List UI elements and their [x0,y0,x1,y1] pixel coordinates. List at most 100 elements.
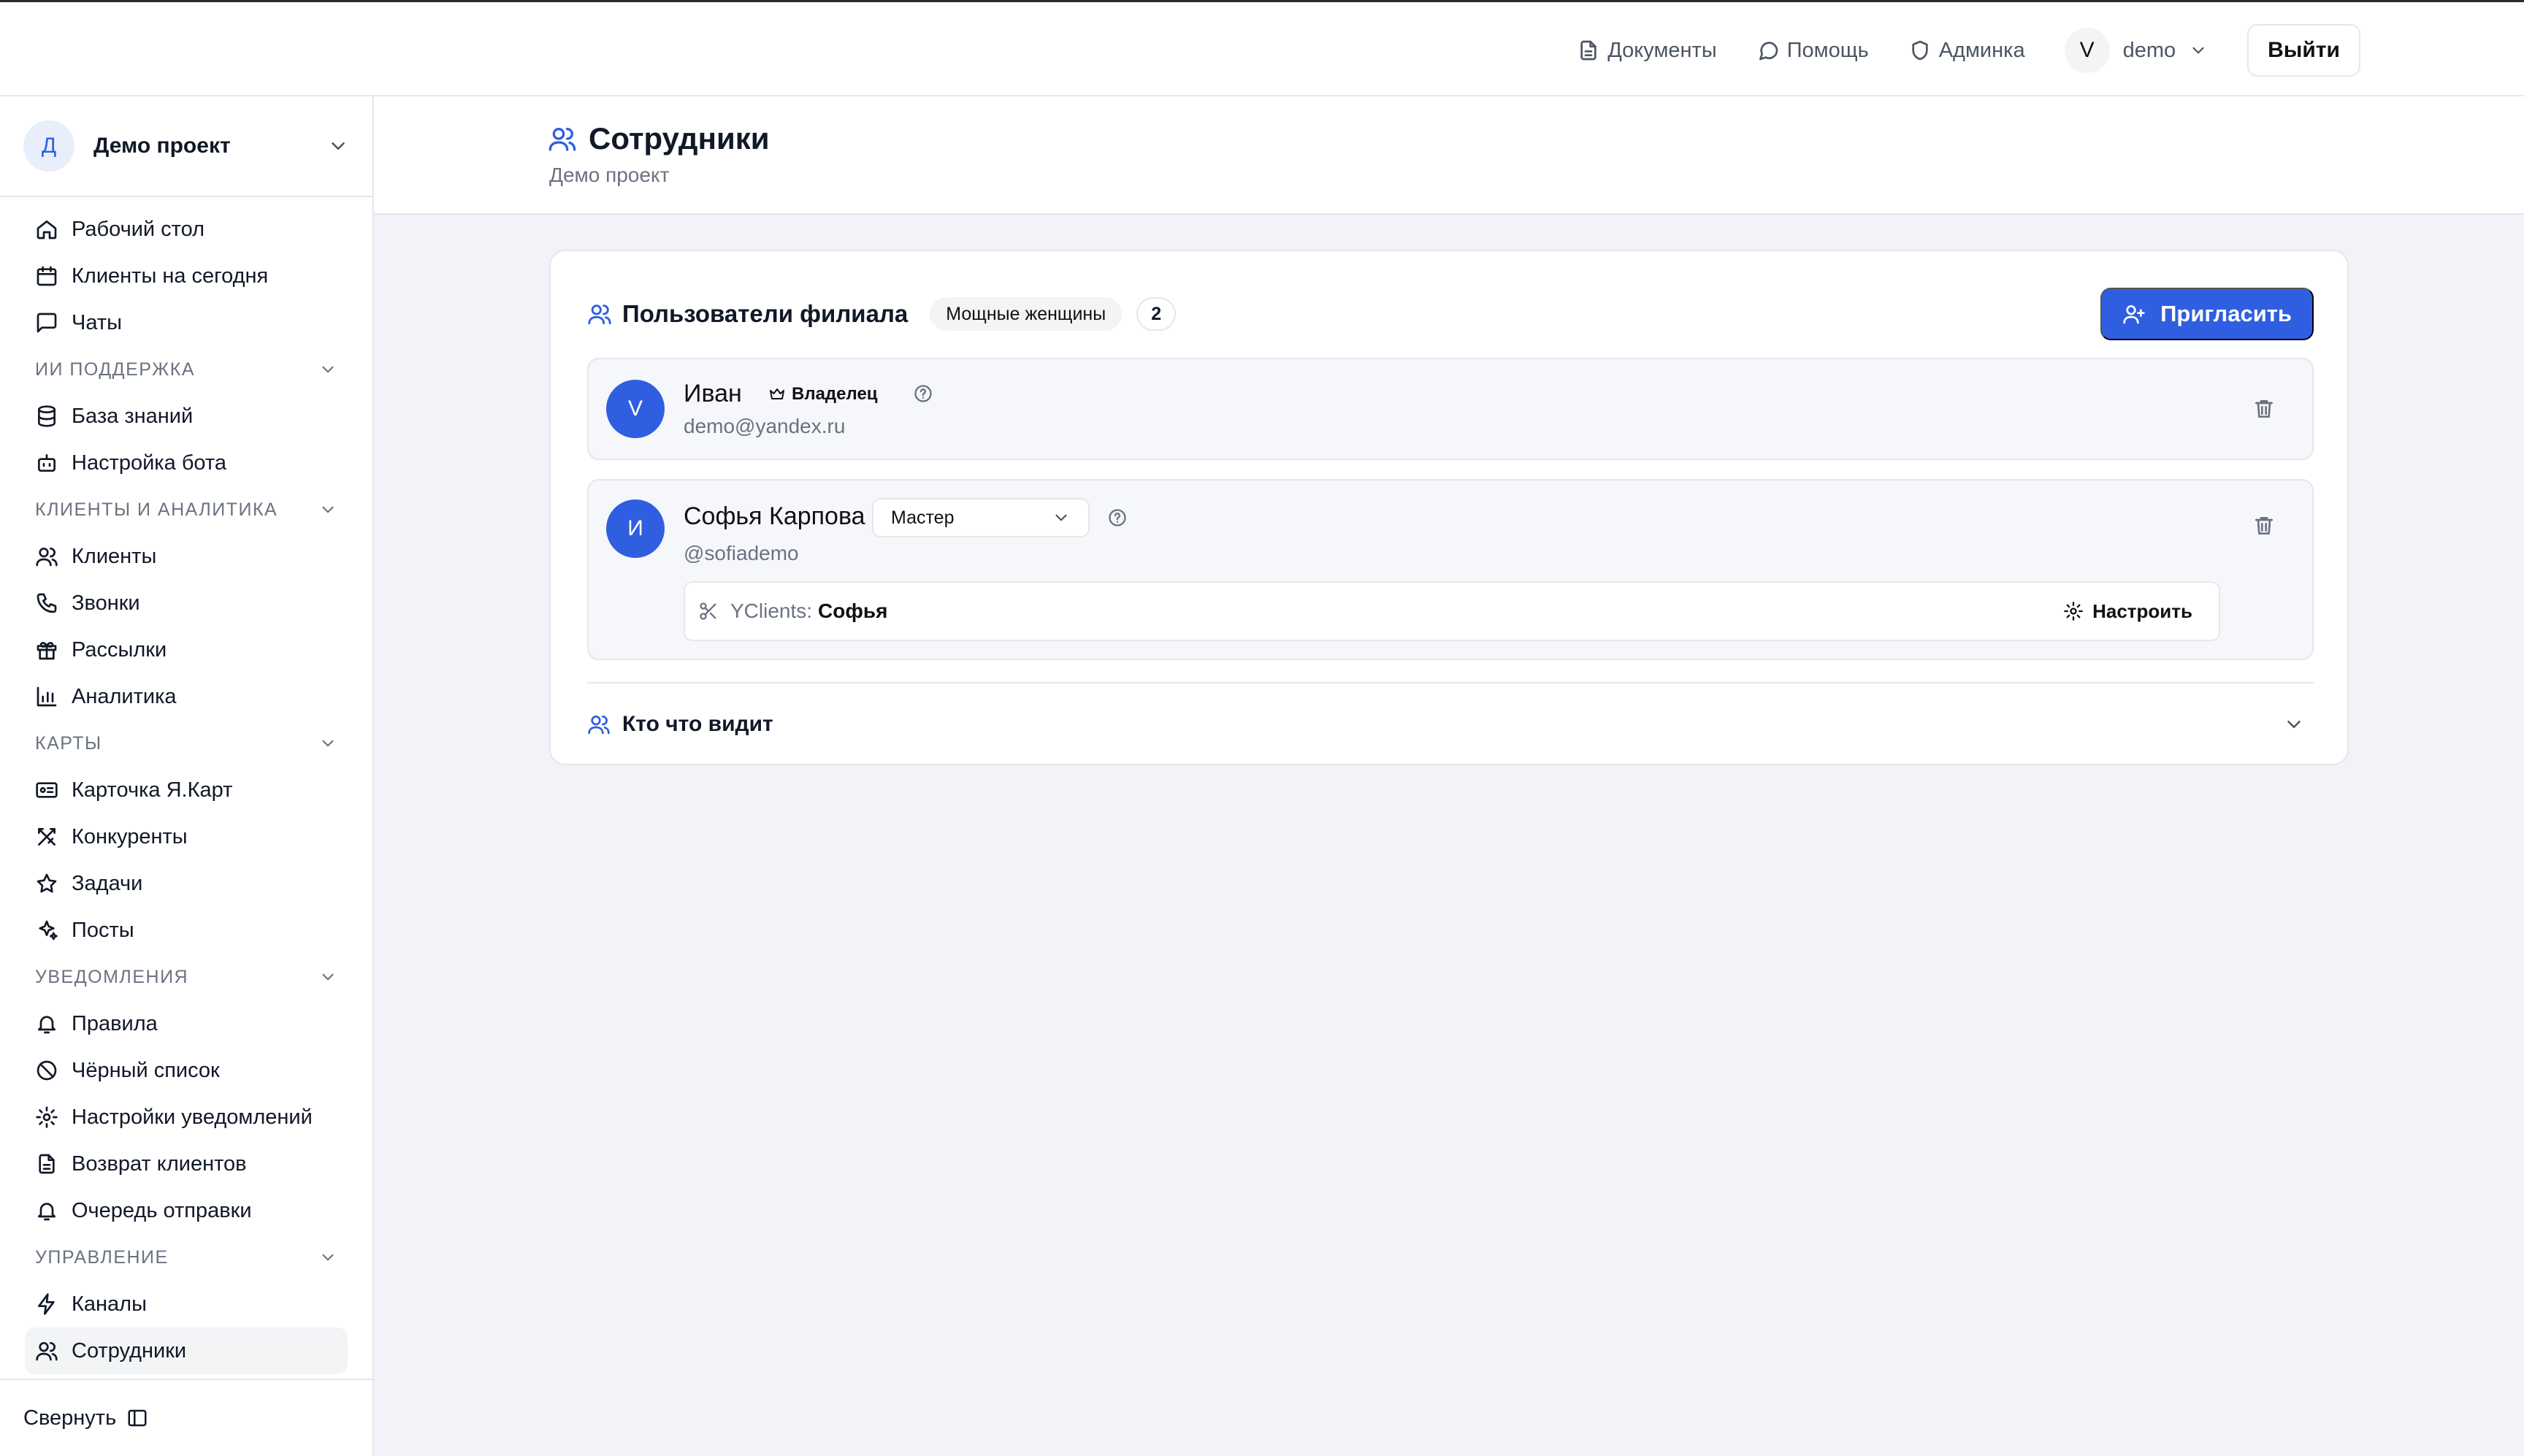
sidebar-item-knowledge-base[interactable]: База знаний [0,393,372,440]
bot-icon [35,451,58,475]
sidebar-item-rules[interactable]: Правила [0,1000,372,1047]
trash-icon[interactable] [2252,397,2276,421]
gift-icon [35,638,58,662]
divider [587,682,2314,683]
trash-icon[interactable] [2252,514,2276,537]
user-avatar: И [606,499,665,558]
project-avatar: Д [23,120,74,172]
sidebar-item-label: Каналы [72,1292,147,1316]
who-sees-what-toggle[interactable]: Кто что видит [587,698,2314,751]
section-title: ИИ ПОДДЕРЖКА [35,359,196,380]
section-title: КЛИЕНТЫ И АНАЛИТИКА [35,499,278,520]
page-header: Сотрудники Демо проект [374,96,2524,215]
section-clients-analytics[interactable]: КЛИЕНТЫ И АНАЛИТИКА [0,486,372,533]
sparkles-icon [35,919,58,942]
role-select-value: Мастер [891,507,955,528]
user-row: V Иван Владелец demo@yandex.ru [587,358,2314,460]
chevron-down-icon [1052,508,1071,527]
shield-icon [1908,39,1932,62]
documents-link[interactable]: Документы [1577,39,1717,63]
ban-icon [35,1059,58,1082]
sidebar-item-clients-today[interactable]: Клиенты на сегодня [0,253,372,299]
sidebar-item-label: Рассылки [72,637,167,662]
who-sees-what-label: Кто что видит [622,712,773,736]
sidebar-item-channels[interactable]: Каналы [0,1281,372,1327]
sidebar-item-blacklist[interactable]: Чёрный список [0,1047,372,1094]
sidebar-item-calls[interactable]: Звонки [0,580,372,627]
page-title-text: Сотрудники [589,121,770,156]
sidebar-item-yandex-card[interactable]: Карточка Я.Карт [0,767,372,813]
sidebar-item-notification-settings[interactable]: Настройки уведомлений [0,1094,372,1141]
sidebar-item-label: Посты [72,918,134,942]
help-circle-icon[interactable] [913,383,933,404]
sidebar-item-analytics[interactable]: Аналитика [0,673,372,720]
user-count-badge: 2 [1136,297,1177,331]
logout-button[interactable]: Выйти [2247,24,2360,77]
role-select[interactable]: Мастер [872,498,1090,537]
sidebar-item-client-return[interactable]: Возврат клиентов [0,1141,372,1187]
star-icon [35,872,58,895]
chevron-down-icon [2189,41,2208,60]
document-icon [1577,39,1600,62]
page-subtitle: Демо проект [549,164,670,186]
sidebar-item-label: Настройки уведомлений [72,1105,313,1129]
sidebar-item-chats[interactable]: Чаты [0,299,372,346]
help-circle-icon[interactable] [1107,507,1128,528]
collapse-sidebar-button[interactable]: Свернуть [0,1379,372,1456]
chat-bubble-icon [1756,39,1780,62]
sidebar-item-label: Аналитика [72,684,177,708]
chevron-down-icon [327,135,349,157]
chevron-down-icon [318,500,337,519]
sidebar-item-label: Рабочий стол [72,217,205,241]
sidebar-item-label: Клиенты [72,544,157,568]
sidebar-item-tasks[interactable]: Задачи [0,860,372,907]
user-name: Иван [684,380,742,407]
sidebar-item-clients[interactable]: Клиенты [0,533,372,580]
invite-button[interactable]: Пригласить [2100,288,2314,340]
integration-value: Софья [818,599,888,622]
configure-button[interactable]: Настроить [2063,600,2206,623]
project-switcher[interactable]: Д Демо проект [0,96,372,197]
configure-label: Настроить [2092,599,2192,622]
scissors-icon [698,601,719,621]
owner-badge: Владелец [768,384,878,405]
user-email: demo@yandex.ru [684,415,846,437]
admin-link[interactable]: Админка [1908,39,2025,63]
message-square-icon [35,311,58,334]
user-name: Софья Карпова [684,502,865,530]
sidebar-item-employees[interactable]: Сотрудники [25,1327,348,1374]
gear-icon [2063,601,2084,621]
zap-icon [35,1292,58,1316]
sidebar-item-label: Конкуренты [72,824,188,848]
bar-chart-icon [35,685,58,708]
user-menu[interactable]: V demo [2064,28,2208,73]
bell-icon [35,1199,58,1222]
section-management[interactable]: УПРАВЛЕНИЕ [0,1234,372,1281]
home-icon [35,218,58,241]
section-notifications[interactable]: УВЕДОМЛЕНИЯ [0,954,372,1000]
sidebar-item-send-queue[interactable]: Очередь отправки [0,1187,372,1234]
integration-label: YClients: [730,599,813,622]
sidebar-item-bot-settings[interactable]: Настройка бота [0,440,372,486]
sidebar-nav: Рабочий стол Клиенты на сегодня Чаты ИИ … [0,197,372,1374]
sidebar-item-dashboard[interactable]: Рабочий стол [0,206,372,253]
page-title: Сотрудники [548,121,770,156]
gear-icon [35,1106,58,1129]
database-icon [35,405,58,428]
invite-label: Пригласить [2160,301,2292,326]
top-bar: Документы Помощь Админка V demo Выйти [0,0,2524,96]
section-title: КАРТЫ [35,732,102,754]
chevron-down-icon [318,968,337,986]
help-link[interactable]: Помощь [1756,39,1869,63]
project-name: Демо проект [93,134,231,158]
sidebar-item-label: Клиенты на сегодня [72,264,269,288]
help-label: Помощь [1786,38,1869,62]
sidebar-item-posts[interactable]: Посты [0,907,372,954]
section-maps[interactable]: КАРТЫ [0,720,372,767]
sidebar-item-mailings[interactable]: Рассылки [0,627,372,673]
user-avatar: V [606,380,665,438]
users-icon [35,1339,58,1363]
section-ai-support[interactable]: ИИ ПОДДЕРЖКА [0,346,372,393]
sidebar-item-competitors[interactable]: Конкуренты [0,813,372,860]
collapse-label: Свернуть [23,1406,117,1430]
